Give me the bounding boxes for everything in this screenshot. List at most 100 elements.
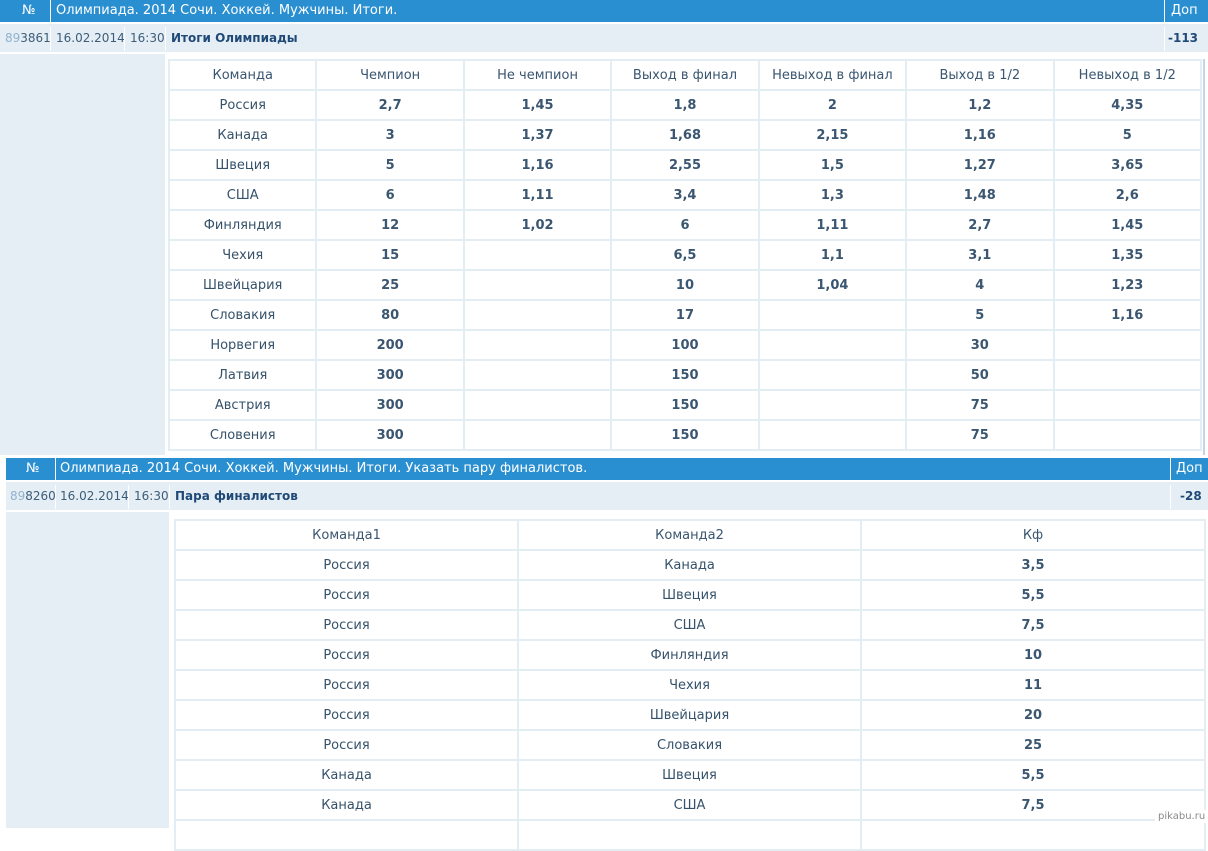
odds-cell[interactable]: 10 bbox=[612, 271, 758, 299]
odds-cell[interactable]: 3 bbox=[317, 121, 463, 149]
odds-cell[interactable]: 1,16 bbox=[907, 121, 1053, 149]
odds-cell bbox=[759, 421, 906, 449]
table-row: Швеция 5 1,16 2,55 1,5 1,27 3,65 bbox=[170, 151, 1200, 179]
odds-cell[interactable]: 1,16 bbox=[464, 151, 611, 179]
team-cell: Россия bbox=[176, 701, 517, 729]
odds-cell[interactable]: 20 bbox=[862, 701, 1204, 729]
team-cell: Финляндия bbox=[519, 641, 860, 669]
odds-cell bbox=[464, 241, 611, 269]
odds-cell[interactable]: 1,45 bbox=[464, 91, 611, 119]
extra-bets-count[interactable]: -113 bbox=[1168, 24, 1198, 52]
event-row[interactable]: 898260 16.02.2014 16:30 Пара финалистов … bbox=[6, 482, 1208, 510]
odds-cell[interactable]: 1,48 bbox=[907, 181, 1053, 209]
odds-cell[interactable]: 2,6 bbox=[1054, 181, 1200, 209]
odds-cell[interactable]: 1,8 bbox=[612, 91, 758, 119]
event-title-link[interactable]: Итоги Олимпиады bbox=[171, 24, 298, 52]
table-row: Канада США 7,5 bbox=[176, 791, 1204, 819]
event-date: 16.02.2014 bbox=[56, 31, 125, 45]
odds-cell[interactable]: 1,37 bbox=[464, 121, 611, 149]
odds-cell[interactable]: 150 bbox=[612, 361, 758, 389]
odds-cell[interactable]: 7,5 bbox=[862, 611, 1204, 639]
odds-cell[interactable]: 1,45 bbox=[1054, 211, 1200, 239]
odds-cell bbox=[862, 821, 1204, 849]
odds-cell[interactable]: 50 bbox=[907, 361, 1053, 389]
odds-cell[interactable]: 1,16 bbox=[1054, 301, 1200, 329]
odds-cell[interactable]: 4 bbox=[907, 271, 1053, 299]
table-row bbox=[176, 821, 1204, 849]
odds-cell[interactable]: 2,15 bbox=[759, 121, 906, 149]
odds-cell[interactable]: 25 bbox=[317, 271, 463, 299]
column-header: Чемпион bbox=[317, 61, 463, 89]
odds-cell[interactable]: 75 bbox=[907, 391, 1053, 419]
table-row: Россия Канада 3,5 bbox=[176, 551, 1204, 579]
odds-cell[interactable]: 30 bbox=[907, 331, 1053, 359]
table-row: Россия 2,7 1,45 1,8 2 1,2 4,35 bbox=[170, 91, 1200, 119]
odds-cell[interactable]: 1,35 bbox=[1054, 241, 1200, 269]
odds-cell[interactable]: 6 bbox=[317, 181, 463, 209]
row-divider bbox=[50, 27, 51, 51]
row-divider bbox=[55, 485, 56, 509]
column-header: Кф bbox=[862, 521, 1204, 549]
odds-cell[interactable]: 1,68 bbox=[612, 121, 758, 149]
odds-cell[interactable]: 200 bbox=[317, 331, 463, 359]
odds-cell[interactable]: 1,5 bbox=[759, 151, 906, 179]
odds-cell[interactable]: 10 bbox=[862, 641, 1204, 669]
odds-cell[interactable]: 11 bbox=[862, 671, 1204, 699]
watermark: pikabu.ru bbox=[1155, 810, 1208, 823]
odds-cell[interactable]: 3,1 bbox=[907, 241, 1053, 269]
odds-cell[interactable]: 300 bbox=[317, 361, 463, 389]
event-number: 893861 bbox=[5, 31, 51, 45]
odds-cell[interactable]: 1,04 bbox=[759, 271, 906, 299]
odds-cell[interactable]: 1,11 bbox=[759, 211, 906, 239]
odds-cell[interactable]: 2,7 bbox=[907, 211, 1053, 239]
odds-cell[interactable]: 1,27 bbox=[907, 151, 1053, 179]
odds-cell[interactable]: 3,65 bbox=[1054, 151, 1200, 179]
table-row: Канада Швеция 5,5 bbox=[176, 761, 1204, 789]
event-number: 898260 bbox=[10, 489, 56, 503]
odds-cell[interactable]: 1,11 bbox=[464, 181, 611, 209]
column-header: Команда2 bbox=[519, 521, 860, 549]
odds-cell[interactable]: 1,23 bbox=[1054, 271, 1200, 299]
odds-cell[interactable]: 15 bbox=[317, 241, 463, 269]
odds-cell[interactable]: 100 bbox=[612, 331, 758, 359]
event-row[interactable]: 893861 16.02.2014 16:30 Итоги Олимпиады … bbox=[0, 24, 1208, 52]
odds-cell[interactable]: 300 bbox=[317, 391, 463, 419]
odds-cell[interactable]: 3,4 bbox=[612, 181, 758, 209]
odds-cell[interactable]: 2 bbox=[759, 91, 906, 119]
table-edge bbox=[1203, 59, 1205, 455]
event-sidebar bbox=[0, 54, 165, 455]
odds-cell[interactable]: 5 bbox=[1054, 121, 1200, 149]
team-cell: Россия bbox=[176, 581, 517, 609]
odds-cell[interactable]: 2,55 bbox=[612, 151, 758, 179]
extra-bets-count[interactable]: -28 bbox=[1180, 482, 1202, 510]
team-cell: Чехия bbox=[519, 671, 860, 699]
odds-cell[interactable]: 25 bbox=[862, 731, 1204, 759]
odds-cell[interactable]: 17 bbox=[612, 301, 758, 329]
team-cell: Россия bbox=[176, 641, 517, 669]
team-cell: Швеция bbox=[519, 581, 860, 609]
odds-cell[interactable]: 12 bbox=[317, 211, 463, 239]
odds-cell[interactable]: 1,3 bbox=[759, 181, 906, 209]
event-title-link[interactable]: Пара финалистов bbox=[175, 482, 298, 510]
header-divider bbox=[1164, 0, 1165, 22]
odds-cell[interactable]: 5,5 bbox=[862, 581, 1204, 609]
odds-cell[interactable]: 6 bbox=[612, 211, 758, 239]
team-cell: США bbox=[170, 181, 316, 209]
odds-cell[interactable]: 6,5 bbox=[612, 241, 758, 269]
odds-cell[interactable]: 5 bbox=[317, 151, 463, 179]
odds-cell[interactable]: 150 bbox=[612, 421, 758, 449]
odds-cell[interactable]: 1,1 bbox=[759, 241, 906, 269]
odds-cell[interactable]: 5 bbox=[907, 301, 1053, 329]
odds-cell[interactable]: 1,2 bbox=[907, 91, 1053, 119]
odds-cell[interactable]: 2,7 bbox=[317, 91, 463, 119]
odds-cell[interactable]: 3,5 bbox=[862, 551, 1204, 579]
odds-cell[interactable]: 5,5 bbox=[862, 761, 1204, 789]
odds-cell[interactable]: 4,35 bbox=[1054, 91, 1200, 119]
odds-cell[interactable]: 300 bbox=[317, 421, 463, 449]
odds-cell[interactable]: 150 bbox=[612, 391, 758, 419]
event-date: 16.02.2014 bbox=[60, 489, 129, 503]
odds-cell[interactable]: 75 bbox=[907, 421, 1053, 449]
odds-cell[interactable]: 7,5 bbox=[862, 791, 1204, 819]
odds-cell[interactable]: 80 bbox=[317, 301, 463, 329]
odds-cell[interactable]: 1,02 bbox=[464, 211, 611, 239]
